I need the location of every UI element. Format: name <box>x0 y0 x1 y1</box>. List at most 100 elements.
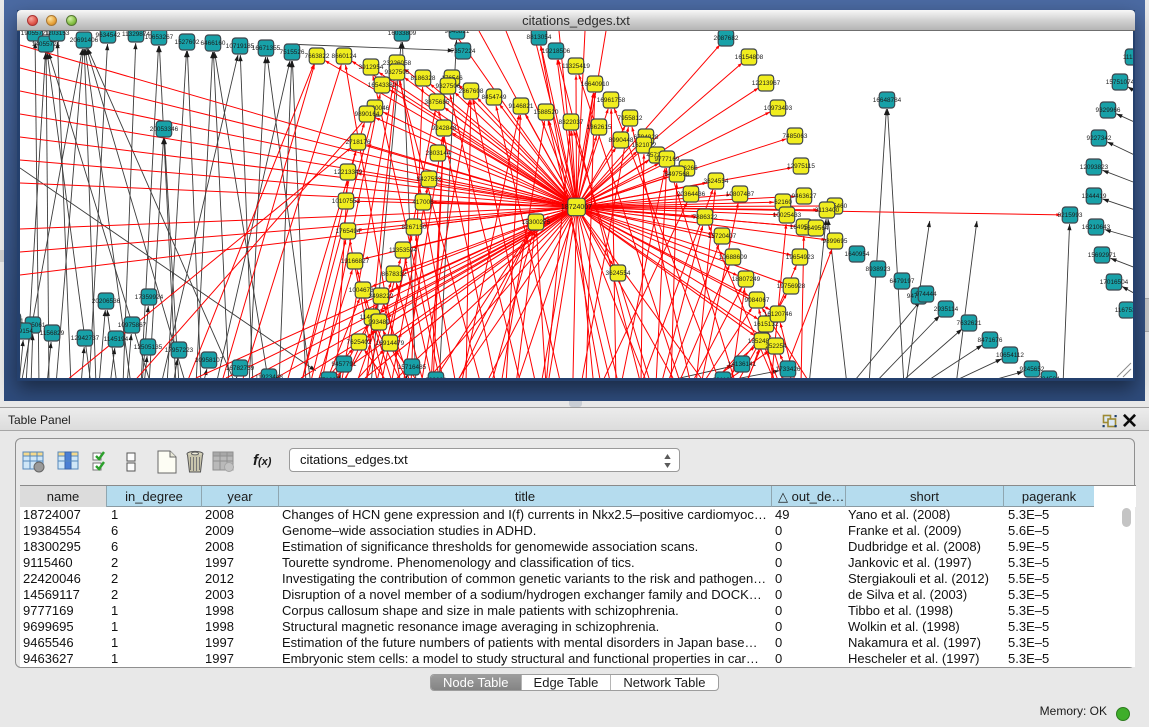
svg-text:10807487: 10807487 <box>725 191 754 198</box>
svg-text:111243: 111243 <box>1122 54 1132 61</box>
svg-text:16961758: 16961758 <box>596 97 625 104</box>
svg-text:10975867: 10975867 <box>117 322 146 329</box>
svg-text:9146821: 9146821 <box>508 103 533 110</box>
svg-text:11923448: 11923448 <box>255 374 283 378</box>
svg-text:7357224: 7357224 <box>450 48 475 55</box>
svg-text:62160: 62160 <box>774 199 792 206</box>
svg-text:8813054: 8813054 <box>526 34 551 41</box>
svg-text:974444: 974444 <box>915 291 937 298</box>
svg-text:9242848: 9242848 <box>431 125 456 132</box>
svg-text:252254: 252254 <box>765 343 787 350</box>
svg-text:8322037: 8322037 <box>558 119 583 126</box>
svg-text:1640954: 1640954 <box>844 251 869 258</box>
svg-text:8990448: 8990448 <box>608 137 633 144</box>
svg-text:1527602: 1527602 <box>174 39 199 46</box>
svg-text:9777169: 9777169 <box>654 156 679 163</box>
svg-text:6479197: 6479197 <box>889 278 914 285</box>
svg-text:9327505: 9327505 <box>384 69 409 76</box>
svg-text:9227342: 9227342 <box>1086 135 1111 142</box>
svg-text:3113400: 3113400 <box>814 207 839 214</box>
svg-text:12942737: 12942737 <box>70 335 99 342</box>
svg-text:3624554: 3624554 <box>703 178 728 185</box>
svg-text:12505135: 12505135 <box>133 344 162 351</box>
svg-text:8427552: 8427552 <box>416 176 441 183</box>
svg-text:17359924: 17359924 <box>134 294 163 301</box>
svg-text:7632621: 7632621 <box>956 320 981 327</box>
svg-text:11325419: 11325419 <box>562 63 590 70</box>
svg-text:15692971: 15692971 <box>1087 252 1116 259</box>
svg-text:18807249: 18807249 <box>731 276 760 283</box>
svg-text:10958107: 10958107 <box>194 357 223 364</box>
svg-text:8678332: 8678332 <box>381 271 406 278</box>
svg-text:8471676: 8471676 <box>977 337 1002 344</box>
svg-text:16648784: 16648784 <box>872 97 901 104</box>
svg-text:9899695: 9899695 <box>822 238 847 245</box>
svg-text:9890164: 9890164 <box>354 111 379 118</box>
svg-text:9329966: 9329966 <box>1095 107 1120 114</box>
svg-text:9457791: 9457791 <box>331 361 356 368</box>
svg-text:12093823: 12093823 <box>1079 164 1108 171</box>
svg-text:15720407: 15720407 <box>707 233 736 240</box>
svg-text:983321: 983321 <box>425 377 447 378</box>
svg-text:19218506: 19218506 <box>541 48 570 55</box>
svg-text:16543382: 16543382 <box>367 82 396 89</box>
svg-text:3912954: 3912954 <box>358 64 383 71</box>
svg-text:10654112: 10654112 <box>996 352 1024 359</box>
svg-text:12975115: 12975115 <box>787 163 815 170</box>
svg-text:10688609: 10688609 <box>718 254 747 261</box>
svg-text:10653267: 10653267 <box>144 34 173 41</box>
svg-text:9646821: 9646821 <box>444 31 469 35</box>
svg-text:8186328: 8186328 <box>410 75 435 82</box>
svg-text:6466160: 6466160 <box>200 40 225 47</box>
svg-text:933071: 933071 <box>20 318 24 325</box>
svg-text:1167533: 1167533 <box>1114 307 1132 314</box>
svg-text:1588520: 1588520 <box>533 109 558 116</box>
svg-text:8660124: 8660124 <box>331 53 356 60</box>
svg-text:16154808: 16154808 <box>734 54 763 61</box>
svg-text:7515526: 7515526 <box>279 49 304 56</box>
svg-text:16640910: 16640910 <box>580 81 609 88</box>
svg-text:15751074: 15751074 <box>1105 79 1132 86</box>
svg-text:14055721: 14055721 <box>31 41 60 48</box>
svg-text:2718176: 2718176 <box>345 139 370 146</box>
svg-text:16210643: 16210643 <box>1081 224 1110 231</box>
svg-text:20364436: 20364436 <box>676 191 705 198</box>
svg-text:7625402: 7625402 <box>346 339 371 346</box>
svg-text:901123: 901123 <box>712 377 733 378</box>
svg-text:2087682: 2087682 <box>713 35 738 42</box>
svg-text:39154: 39154 <box>20 328 33 335</box>
svg-text:1203153: 1203153 <box>44 31 69 37</box>
svg-text:20206536: 20206536 <box>91 298 120 305</box>
svg-text:16671355: 16671355 <box>251 45 280 52</box>
svg-text:16120746: 16120746 <box>763 311 792 318</box>
svg-text:924504: 924504 <box>1038 376 1060 378</box>
svg-text:11353594: 11353594 <box>389 247 417 254</box>
svg-text:9084067: 9084067 <box>744 297 769 304</box>
svg-text:19654923: 19654923 <box>785 254 814 261</box>
svg-text:14136141: 14136141 <box>727 361 756 368</box>
svg-text:1362615: 1362615 <box>586 124 611 131</box>
svg-text:19166827: 19166827 <box>340 258 369 265</box>
svg-text:3498222: 3498222 <box>368 293 393 300</box>
svg-text:16782759: 16782759 <box>225 365 254 372</box>
svg-text:7663822: 7663822 <box>304 53 329 60</box>
svg-text:17016504: 17016504 <box>1099 279 1128 286</box>
svg-text:7485063: 7485063 <box>782 133 807 140</box>
svg-text:9327506: 9327506 <box>435 83 460 90</box>
svg-text:8454749: 8454749 <box>481 94 506 101</box>
svg-text:771201: 771201 <box>318 377 340 378</box>
svg-text:9634542: 9634542 <box>95 32 120 39</box>
svg-text:1244419: 1244419 <box>1081 193 1106 200</box>
svg-text:2867608: 2867608 <box>458 88 483 95</box>
svg-text:993489: 993489 <box>368 319 390 326</box>
svg-text:20691406: 20691406 <box>69 37 98 44</box>
svg-text:10107552: 10107552 <box>331 198 360 205</box>
svg-text:20053346: 20053346 <box>149 126 178 133</box>
svg-text:19756928: 19756928 <box>776 283 805 290</box>
svg-text:1733426: 1733426 <box>775 366 800 373</box>
svg-text:16914479: 16914479 <box>375 340 404 347</box>
svg-text:8267150: 8267150 <box>401 224 426 231</box>
svg-text:12213967: 12213967 <box>751 80 780 87</box>
svg-text:2935114: 2935114 <box>933 306 958 313</box>
svg-text:8215993: 8215993 <box>1057 212 1082 219</box>
